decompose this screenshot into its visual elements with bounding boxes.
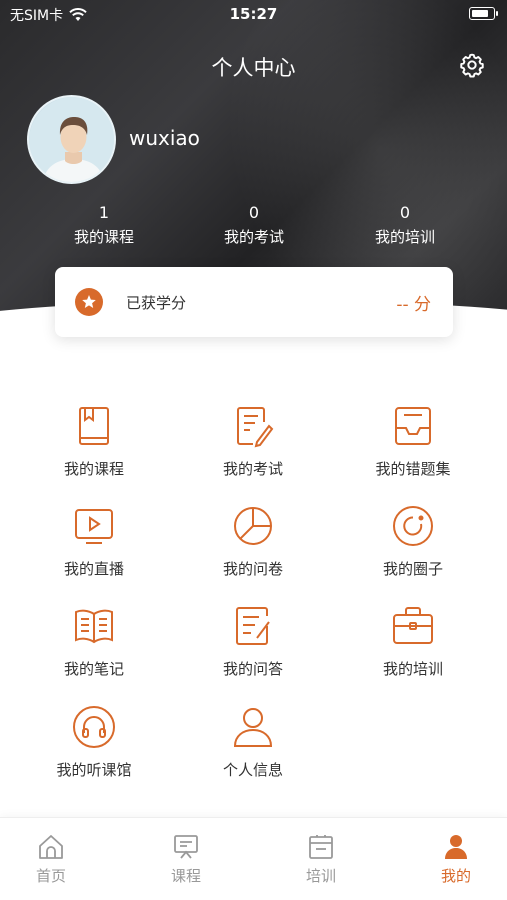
username: wuxiao (129, 126, 200, 150)
stat-label: 我的课程 (73, 228, 134, 246)
book-icon (79, 407, 109, 445)
menu-item-my-qa[interactable]: 我的问答 (188, 590, 318, 680)
stat-value: 1 (98, 203, 110, 222)
menu-item-my-circle[interactable]: 我的圈子 (348, 490, 478, 580)
menu-item-listening-hall[interactable]: 我的听课馆 (29, 691, 159, 781)
menu-item-label: 我的考试 (222, 460, 283, 478)
menu-item-personal-info[interactable]: 个人信息 (188, 691, 318, 781)
menu-item-label: 我的错题集 (375, 460, 451, 478)
menu-item-label: 我的培训 (382, 660, 443, 678)
menu-item-my-exams[interactable]: 我的考试 (188, 390, 318, 480)
avatar[interactable] (27, 95, 116, 184)
tab-label: 课程 (170, 867, 201, 885)
menu-item-my-survey[interactable]: 我的问卷 (188, 490, 318, 580)
tray-icon (395, 407, 431, 445)
star-badge-icon (75, 288, 103, 316)
credit-value: -- 分 (396, 295, 431, 315)
video-play-icon (75, 509, 113, 544)
credit-label: 已获学分 (126, 294, 187, 312)
menu-item-my-notes[interactable]: 我的笔记 (29, 590, 159, 680)
training-icon (309, 835, 333, 859)
menu-item-my-courses[interactable]: 我的课程 (29, 390, 159, 480)
course-icon (174, 835, 198, 859)
tab-bar: 首页 课程 培训 我的 (0, 817, 507, 900)
qa-note-icon (236, 607, 270, 645)
tab-course[interactable]: 课程 (146, 833, 226, 886)
tab-mine[interactable]: 我的 (416, 833, 496, 886)
stat-trainings[interactable]: 0 我的培训 (345, 203, 465, 247)
person-icon (233, 708, 273, 747)
stat-exams[interactable]: 0 我的考试 (194, 203, 314, 247)
menu-item-label: 我的圈子 (382, 560, 443, 578)
stat-label: 我的考试 (223, 228, 284, 246)
stats-row: 1 我的课程 0 我的考试 0 我的培训 (0, 203, 507, 253)
menu-item-label: 我的笔记 (63, 660, 124, 678)
battery-fill (472, 10, 488, 17)
circle-refresh-icon (393, 506, 433, 546)
page-title: 个人中心 (211, 56, 296, 80)
home-icon (39, 835, 63, 859)
menu-item-label: 我的直播 (63, 560, 124, 578)
menu-item-label: 我的课程 (63, 460, 124, 478)
pie-chart-icon (234, 507, 272, 545)
menu-item-label: 我的问答 (222, 660, 283, 678)
profile-icon (445, 835, 467, 859)
default-avatar-icon (29, 97, 114, 182)
menu-item-label: 我的问卷 (222, 560, 283, 578)
menu-item-label: 我的听课馆 (56, 761, 132, 779)
credit-card[interactable]: 已获学分 -- 分 (55, 267, 453, 337)
exam-edit-icon (237, 407, 274, 448)
menu-item-wrong-questions[interactable]: 我的错题集 (348, 390, 478, 480)
battery-icon (469, 7, 498, 20)
tab-label: 我的 (440, 867, 471, 885)
briefcase-icon (393, 607, 433, 644)
tab-home[interactable]: 首页 (11, 833, 91, 886)
tab-label: 首页 (35, 867, 66, 885)
tab-training[interactable]: 培训 (281, 833, 361, 886)
status-time: 15:27 (229, 5, 278, 23)
status-bar: 无SIM卡 15:27 (0, 0, 507, 28)
headphones-icon (73, 706, 115, 748)
menu-item-my-training[interactable]: 我的培训 (348, 590, 478, 680)
open-book-icon (75, 609, 113, 644)
menu-item-label: 个人信息 (222, 761, 283, 779)
stat-courses[interactable]: 1 我的课程 (44, 203, 164, 247)
gear-icon[interactable] (459, 52, 485, 78)
stat-value: 0 (399, 203, 411, 222)
tab-label: 培训 (305, 867, 336, 885)
stat-label: 我的培训 (374, 228, 435, 246)
stat-value: 0 (248, 203, 260, 222)
menu-item-my-live[interactable]: 我的直播 (29, 490, 159, 580)
